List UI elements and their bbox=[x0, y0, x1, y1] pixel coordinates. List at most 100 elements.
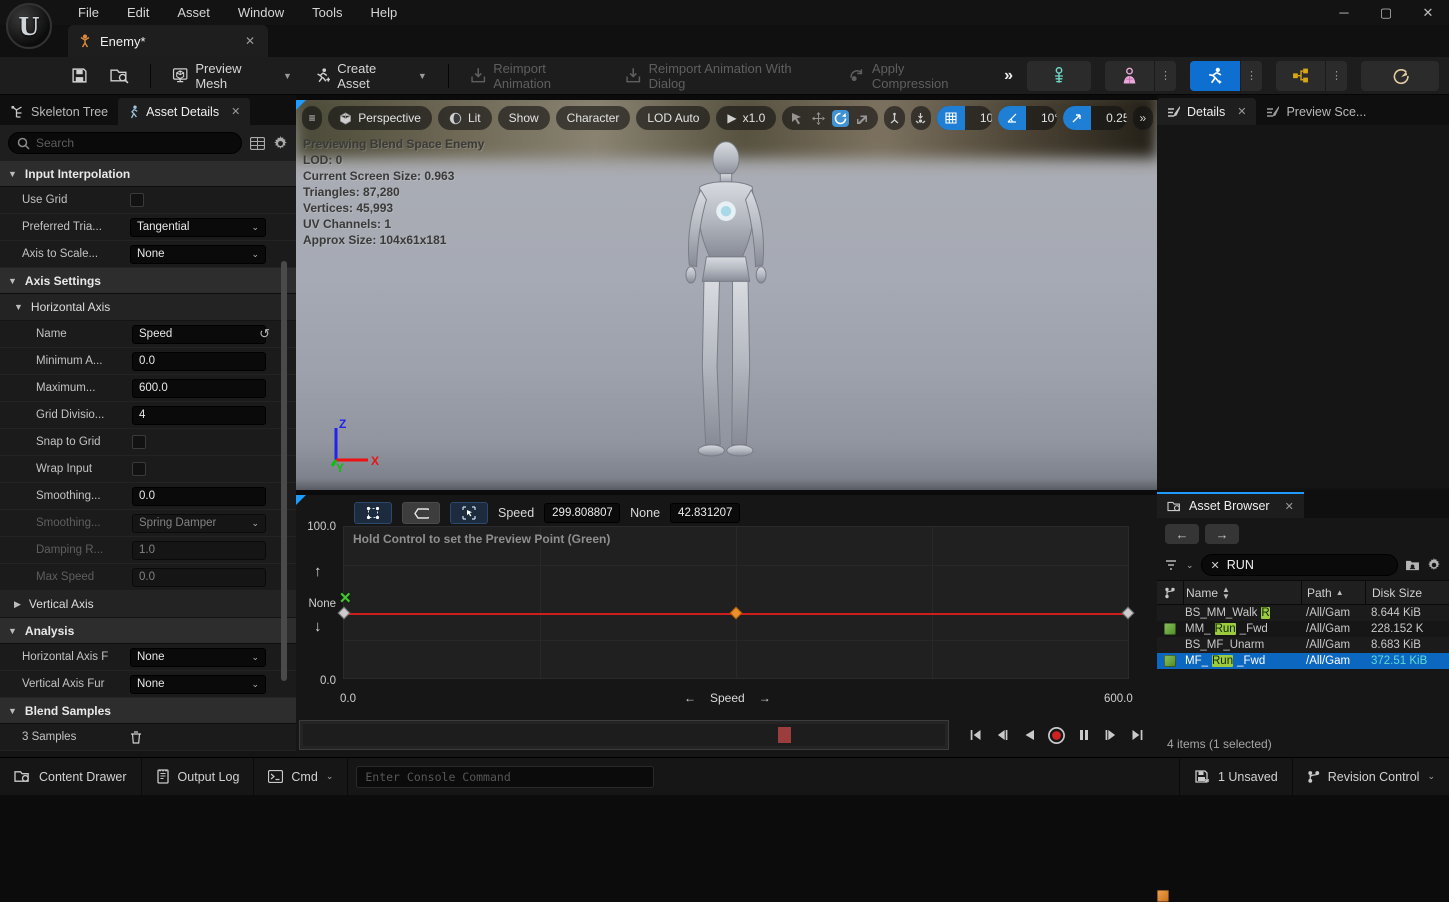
history-forward-button[interactable]: → bbox=[1205, 524, 1239, 544]
menu-edit[interactable]: Edit bbox=[113, 1, 163, 24]
axis-name-input[interactable] bbox=[132, 325, 266, 344]
apply-compression-button[interactable]: Apply Compression bbox=[839, 56, 990, 96]
use-grid-checkbox[interactable] bbox=[130, 193, 144, 207]
asset-row-bs-mm-walkrun[interactable]: BS_MM_WalkR /All/Gam 8.644 KiB bbox=[1157, 605, 1449, 621]
select-tool-icon[interactable] bbox=[791, 112, 803, 125]
playback-speed-button[interactable]: ▶ x1.0 bbox=[716, 106, 776, 130]
tab-asset-details[interactable]: Asset Details ✕ bbox=[118, 98, 250, 125]
details-scrollbar[interactable] bbox=[281, 261, 287, 681]
step-backward-button[interactable] bbox=[991, 723, 1014, 747]
filter-chevron-icon[interactable]: ⌄ bbox=[1186, 560, 1194, 571]
max-speed-input[interactable] bbox=[132, 568, 266, 587]
filter-button[interactable] bbox=[1165, 559, 1179, 571]
tab-preview-scene[interactable]: Preview Sce... bbox=[1256, 98, 1376, 125]
translate-tool-icon[interactable] bbox=[812, 112, 825, 125]
go-to-start-button[interactable] bbox=[964, 723, 987, 747]
content-drawer-button[interactable]: Content Drawer bbox=[0, 758, 142, 795]
axis-to-scale-dropdown[interactable]: None ⌄ bbox=[130, 245, 266, 264]
cmd-selector-button[interactable]: Cmd ⌄ bbox=[254, 758, 348, 795]
reimport-animation-dialog-button[interactable]: Reimport Animation With Dialog bbox=[616, 56, 835, 96]
revision-column-icon[interactable] bbox=[1157, 587, 1183, 599]
folder-view-icon[interactable] bbox=[1405, 559, 1420, 571]
horizontal-axis-function-dropdown[interactable]: None ⌄ bbox=[130, 648, 266, 667]
menu-tools[interactable]: Tools bbox=[298, 1, 356, 24]
tab-asset-browser[interactable]: Asset Browser ✕ bbox=[1157, 492, 1304, 518]
menu-help[interactable]: Help bbox=[356, 1, 411, 24]
preferred-triangulation-dropdown[interactable]: Tangential ⌄ bbox=[130, 218, 266, 237]
property-matrix-icon[interactable] bbox=[250, 137, 265, 150]
speed-param-input[interactable] bbox=[544, 503, 620, 523]
delete-samples-icon[interactable] bbox=[130, 731, 142, 744]
reimport-animation-button[interactable]: Reimport Animation bbox=[461, 56, 612, 96]
asset-browser-settings-gear-icon[interactable] bbox=[1427, 558, 1441, 572]
mesh-mode-button[interactable] bbox=[1105, 61, 1154, 91]
go-to-end-button[interactable] bbox=[1126, 723, 1149, 747]
minimum-axis-input[interactable] bbox=[132, 352, 266, 371]
create-asset-button[interactable]: Create Asset ▼ bbox=[305, 56, 436, 96]
tab-close-icon[interactable]: ✕ bbox=[231, 105, 240, 118]
section-input-interpolation[interactable]: ▼ Input Interpolation bbox=[0, 161, 296, 187]
pause-button[interactable] bbox=[1072, 723, 1095, 747]
asset-search-box[interactable]: ✕ bbox=[1201, 554, 1398, 576]
blend-sample-point[interactable] bbox=[730, 607, 743, 620]
lit-mode-button[interactable]: Lit bbox=[438, 106, 492, 130]
viewport-toolbar-overflow-button[interactable]: » bbox=[1133, 106, 1153, 130]
physics-mode-button[interactable] bbox=[1361, 61, 1439, 91]
maximize-button[interactable]: ▢ bbox=[1365, 0, 1407, 25]
save-button[interactable] bbox=[62, 62, 97, 89]
tab-enemy[interactable]: Enemy* ✕ bbox=[68, 25, 268, 57]
grid-divisions-input[interactable] bbox=[132, 406, 266, 425]
preview-point-marker[interactable]: ✕ bbox=[339, 594, 352, 604]
timeline-track[interactable] bbox=[303, 724, 945, 746]
blend-sample-point[interactable] bbox=[338, 607, 351, 620]
show-sample-keys-button[interactable] bbox=[354, 502, 392, 524]
section-axis-settings[interactable]: ▼ Axis Settings bbox=[0, 268, 296, 294]
output-log-button[interactable]: Output Log bbox=[142, 758, 255, 795]
smoothing-type-dropdown[interactable]: Spring Damper ⌄ bbox=[132, 514, 266, 533]
tab-close-icon[interactable]: ✕ bbox=[242, 34, 258, 48]
close-window-button[interactable]: ✕ bbox=[1407, 0, 1449, 25]
surface-snapping-button[interactable] bbox=[911, 106, 931, 130]
rotate-tool-icon[interactable] bbox=[832, 110, 849, 127]
vertical-axis-function-dropdown[interactable]: None ⌄ bbox=[130, 675, 266, 694]
damping-ratio-input[interactable] bbox=[132, 541, 266, 560]
browse-to-asset-button[interactable] bbox=[101, 62, 138, 89]
section-analysis[interactable]: ▼ Analysis bbox=[0, 618, 296, 644]
history-back-button[interactable]: ← bbox=[1165, 524, 1199, 544]
blend-sample-point[interactable] bbox=[1122, 607, 1135, 620]
revision-control-button[interactable]: Revision Control ⌄ bbox=[1292, 758, 1449, 795]
menu-asset[interactable]: Asset bbox=[163, 1, 224, 24]
tab-close-icon[interactable]: ✕ bbox=[1285, 500, 1294, 513]
none-param-input[interactable] bbox=[670, 503, 740, 523]
asset-search-input[interactable] bbox=[1227, 558, 1388, 572]
timeline-scrubber[interactable] bbox=[299, 720, 949, 750]
blueprint-mode-button[interactable] bbox=[1276, 61, 1325, 91]
preview-mesh-button[interactable]: Preview Mesh ▼ bbox=[163, 56, 301, 96]
timeline-playhead[interactable] bbox=[778, 727, 791, 743]
toolbar-overflow-button[interactable]: » bbox=[994, 67, 1023, 85]
play-reverse-button[interactable] bbox=[1018, 723, 1041, 747]
wrap-input-checkbox[interactable] bbox=[132, 462, 146, 476]
scale-tool-icon[interactable] bbox=[856, 112, 869, 125]
smoothing-time-input[interactable] bbox=[132, 487, 266, 506]
animation-mode-button[interactable] bbox=[1190, 61, 1240, 91]
subsection-horizontal-axis[interactable]: ▼ Horizontal Axis bbox=[0, 294, 296, 321]
rotation-snap-control[interactable]: 10° bbox=[998, 106, 1057, 130]
tab-details[interactable]: Details ✕ bbox=[1157, 98, 1256, 125]
show-menu-button[interactable]: Show bbox=[498, 106, 550, 130]
minimize-button[interactable]: ─ bbox=[1323, 0, 1365, 25]
console-command-input[interactable] bbox=[356, 766, 654, 788]
character-menu-button[interactable]: Character bbox=[556, 106, 631, 130]
tab-skeleton-tree[interactable]: Skeleton Tree bbox=[0, 98, 118, 125]
lod-auto-button[interactable]: LOD Auto bbox=[636, 106, 710, 130]
asset-row-mm-run-fwd[interactable]: MM_Run_Fwd /All/Gam 228.152 K bbox=[1157, 621, 1449, 637]
animation-mode-options-icon[interactable]: ⋮ bbox=[1240, 61, 1262, 91]
world-space-button[interactable] bbox=[884, 106, 904, 130]
perspective-button[interactable]: Perspective bbox=[328, 106, 432, 130]
blendspace-graph[interactable]: Hold Control to set the Preview Point (G… bbox=[343, 526, 1129, 679]
grid-snap-control[interactable]: 10 bbox=[937, 106, 992, 130]
asset-row-mf-run-fwd[interactable]: MF_Run_Fwd /All/Gam 372.51 KiB bbox=[1157, 653, 1449, 669]
reset-to-default-icon[interactable]: ↺ bbox=[259, 326, 270, 342]
clear-search-icon[interactable]: ✕ bbox=[1211, 559, 1220, 572]
record-button[interactable] bbox=[1045, 723, 1068, 747]
